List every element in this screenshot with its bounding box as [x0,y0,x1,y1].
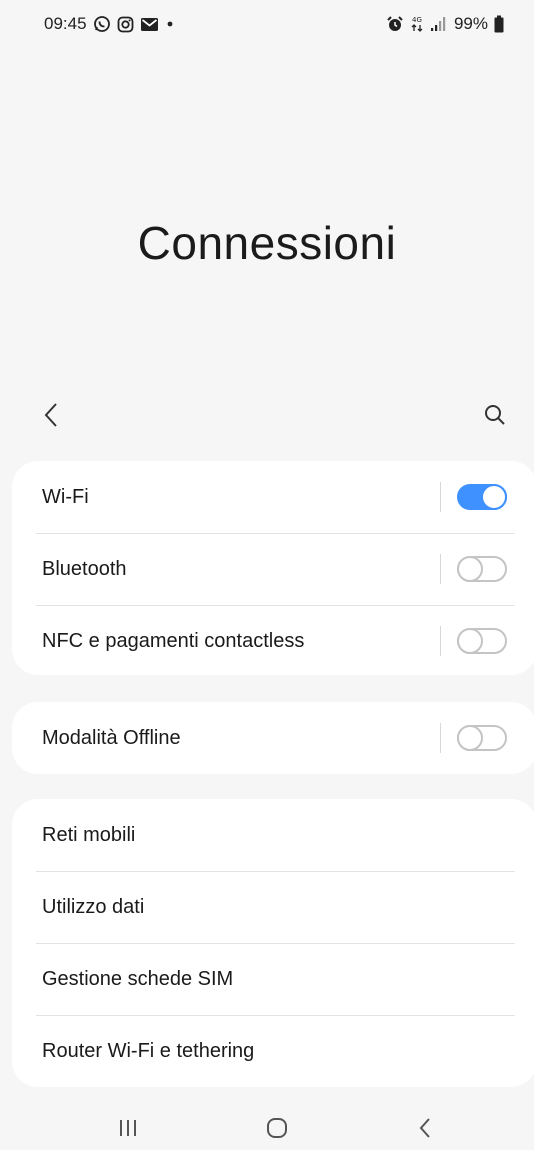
toggle-separator [440,554,441,584]
whatsapp-icon [93,15,111,33]
nfc-toggle[interactable] [457,628,507,654]
row-label: Reti mobili [42,823,136,846]
toggle-knob [457,628,483,654]
divider [36,871,515,872]
signal-icon [430,16,448,32]
offline-toggle[interactable] [457,725,507,751]
settings-row-bluetooth[interactable]: Bluetooth [12,533,534,605]
notification-dot-icon [165,19,175,29]
network-links-card: Reti mobili Utilizzo dati Gestione sched… [12,799,534,1087]
row-label: Utilizzo dati [42,895,145,918]
wifi-toggle[interactable] [457,484,507,510]
toggle-knob [457,556,483,582]
row-label: Modalità Offline [42,726,181,749]
settings-row-offline[interactable]: Modalità Offline [12,702,534,774]
settings-row-mobile-networks[interactable]: Reti mobili [12,799,534,871]
home-icon [267,1118,287,1138]
row-label: Gestione schede SIM [42,967,234,990]
toggle-separator [440,626,441,656]
instagram-icon [117,16,134,33]
home-button[interactable] [252,1108,302,1148]
email-icon [140,17,159,32]
divider [36,605,515,606]
status-time: 09:45 [44,14,87,33]
nav-back-icon [419,1118,430,1138]
divider [36,943,515,944]
search-button[interactable] [478,398,512,432]
status-right: 4G 99% [386,14,504,34]
title-area: Connessioni [0,48,534,378]
connections-toggle-card: Wi-Fi Bluetooth NFC e pagamenti contactl… [12,461,534,675]
settings-row-sim-manager[interactable]: Gestione schede SIM [12,943,534,1015]
divider [36,533,515,534]
toggle-separator [440,723,441,753]
alarm-icon [386,15,404,33]
bluetooth-toggle[interactable] [457,556,507,582]
row-label: Wi-Fi [42,485,89,508]
navigation-bar [0,1098,534,1150]
row-label: Router Wi-Fi e tethering [42,1039,255,1062]
mobile-data-icon: 4G [410,15,424,33]
row-label: NFC e pagamenti contactless [42,629,305,652]
toggle-knob [481,484,507,510]
offline-card: Modalità Offline [12,702,534,774]
settings-row-hotspot-tethering[interactable]: Router Wi-Fi e tethering [12,1015,534,1087]
network-type-label: 4G [412,16,422,24]
toggle-knob [457,725,483,751]
recents-icon [120,1120,136,1136]
back-button[interactable] [34,398,68,432]
settings-row-nfc[interactable]: NFC e pagamenti contactless [12,605,534,677]
row-label: Bluetooth [42,557,127,580]
toggle-separator [440,482,441,512]
nav-back-button[interactable] [400,1108,450,1148]
status-left: 09:45 [44,14,175,34]
battery-percent: 99% [453,14,488,33]
battery-icon [494,15,504,33]
status-bar: 09:45 4G 99% [0,0,534,48]
chevron-left-icon [44,403,57,427]
settings-row-data-usage[interactable]: Utilizzo dati [12,871,534,943]
page-title: Connessioni [137,217,397,269]
toolbar [0,388,534,440]
divider [36,1015,515,1016]
recents-button[interactable] [103,1108,153,1148]
settings-row-wifi[interactable]: Wi-Fi [12,461,534,533]
search-icon [485,405,505,425]
